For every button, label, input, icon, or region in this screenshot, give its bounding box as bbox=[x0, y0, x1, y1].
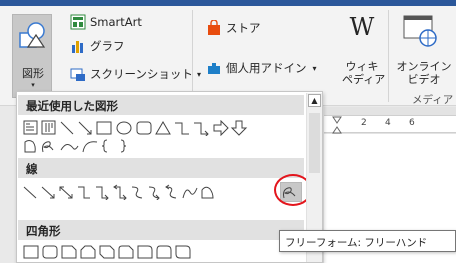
screenshot-button[interactable]: スクリーンショット ▾ bbox=[70, 66, 201, 82]
scrollbar-thumb[interactable] bbox=[309, 113, 320, 173]
round-same-side-rectangle-icon[interactable] bbox=[156, 245, 172, 259]
my-addins-button[interactable]: 個人用アドイン ▾ bbox=[206, 60, 317, 76]
text-box-icon[interactable] bbox=[23, 120, 38, 135]
down-arrow-shape-icon[interactable] bbox=[230, 120, 248, 136]
tooltip: フリーフォーム: フリーハンド bbox=[279, 230, 456, 252]
curve-icon[interactable] bbox=[182, 187, 198, 199]
group-divider bbox=[388, 10, 389, 102]
rounded-rectangle-shape-icon[interactable] bbox=[136, 121, 152, 135]
store-button[interactable]: ストア bbox=[206, 19, 261, 36]
online-video-icon bbox=[392, 12, 456, 48]
lines-header: 線 bbox=[18, 158, 304, 178]
smartart-icon bbox=[70, 14, 86, 30]
elbow-double-arrow-connector-icon[interactable] bbox=[113, 184, 127, 200]
wikipedia-label-line2: ペディア bbox=[342, 73, 386, 86]
shapes-button[interactable]: 図形 ▾ bbox=[12, 14, 52, 98]
smartart-label: SmartArt bbox=[90, 15, 142, 29]
arrow-shape-icon[interactable] bbox=[78, 121, 92, 135]
triangle-shape-icon[interactable] bbox=[155, 121, 171, 135]
snip-same-side-rectangle-icon[interactable] bbox=[80, 245, 96, 259]
scroll-up-button[interactable]: ▲ bbox=[308, 94, 321, 107]
media-group-label: メディア bbox=[412, 94, 454, 106]
round-diagonal-rectangle-icon[interactable] bbox=[175, 245, 191, 259]
line-double-arrow-icon[interactable] bbox=[59, 186, 73, 199]
curved-connector-icon[interactable] bbox=[131, 186, 143, 199]
rounded-rectangle-icon[interactable] bbox=[42, 245, 58, 259]
right-arrow-shape-icon[interactable] bbox=[213, 120, 229, 136]
my-addins-label: 個人用アドイン bbox=[226, 61, 307, 75]
store-label: ストア bbox=[226, 21, 261, 35]
wikipedia-icon: W bbox=[349, 13, 375, 41]
graph-label: グラフ bbox=[90, 39, 125, 53]
shapes-icon bbox=[19, 22, 46, 48]
line-arrow-icon[interactable] bbox=[41, 186, 55, 199]
shapes-label: 図形 bbox=[22, 67, 44, 80]
wikipedia-button[interactable]: W ウィキ ペディア bbox=[342, 12, 386, 86]
ruler-mark: 2 bbox=[361, 118, 367, 128]
snip-corner-rectangle-icon[interactable] bbox=[61, 245, 77, 259]
elbow-connector-icon[interactable] bbox=[78, 186, 90, 199]
horizontal-ruler: 2 4 6 bbox=[324, 115, 456, 134]
store-bag-icon bbox=[206, 19, 222, 36]
lines-row bbox=[23, 184, 307, 200]
recent-shapes-row-1 bbox=[23, 120, 307, 136]
addins-icon bbox=[206, 60, 222, 76]
elbow-connector-icon[interactable] bbox=[175, 122, 189, 135]
ruler-indent-marker bbox=[332, 116, 342, 134]
rectangles-header: 四角形 bbox=[18, 220, 304, 240]
ruler-mark: 4 bbox=[385, 118, 391, 128]
recent-shapes-row-2 bbox=[23, 138, 163, 154]
screenshot-label: スクリーンショット bbox=[90, 67, 193, 81]
rectangle-icon[interactable] bbox=[23, 245, 39, 259]
right-brace-icon[interactable] bbox=[120, 139, 127, 153]
bar-chart-icon bbox=[70, 38, 86, 54]
online-video-label-line1: オンライン bbox=[396, 60, 452, 73]
chevron-down-icon: ▾ bbox=[31, 81, 35, 89]
wikipedia-label-line1: ウィキ bbox=[345, 60, 379, 73]
online-video-button[interactable]: オンライン ビデオ bbox=[392, 12, 456, 86]
elbow-arrow-connector-icon[interactable] bbox=[96, 186, 109, 200]
rectangles-row bbox=[23, 244, 243, 260]
curved-arrow-connector-icon[interactable] bbox=[148, 186, 160, 200]
curve-shape-icon[interactable] bbox=[60, 144, 79, 151]
shapes-gallery-panel: 最近使用した図形 線 四角形 ▲ bbox=[16, 91, 323, 263]
freeform-scribble-icon[interactable] bbox=[42, 141, 54, 153]
snip-diagonal-rectangle-icon[interactable] bbox=[99, 245, 115, 259]
oval-shape-icon[interactable] bbox=[116, 121, 132, 135]
curved-double-arrow-connector-icon[interactable] bbox=[165, 184, 177, 199]
line-shape-icon[interactable] bbox=[60, 121, 74, 135]
vertical-text-box-icon[interactable] bbox=[41, 120, 56, 135]
snip-round-rectangle-icon[interactable] bbox=[118, 245, 134, 259]
freeform-shape-icon[interactable] bbox=[24, 140, 36, 153]
freeform-shape-icon[interactable] bbox=[201, 186, 214, 199]
chevron-down-icon: ▾ bbox=[196, 69, 201, 79]
smartart-button[interactable]: SmartArt bbox=[70, 14, 142, 30]
online-video-label-line2: ビデオ bbox=[407, 73, 441, 86]
group-divider bbox=[192, 10, 193, 102]
ruler-mark: 6 bbox=[409, 118, 415, 128]
screenshot-icon bbox=[70, 66, 86, 82]
rectangle-shape-icon[interactable] bbox=[96, 121, 112, 135]
elbow-arrow-connector-icon[interactable] bbox=[194, 122, 209, 136]
chevron-down-icon: ▾ bbox=[312, 63, 317, 73]
round-single-corner-rectangle-icon[interactable] bbox=[137, 245, 153, 259]
left-brace-icon[interactable] bbox=[101, 139, 108, 153]
arc-shape-icon[interactable] bbox=[82, 141, 98, 153]
recent-shapes-header: 最近使用した図形 bbox=[18, 95, 304, 115]
line-icon[interactable] bbox=[23, 186, 37, 199]
graph-button[interactable]: グラフ bbox=[70, 38, 125, 54]
